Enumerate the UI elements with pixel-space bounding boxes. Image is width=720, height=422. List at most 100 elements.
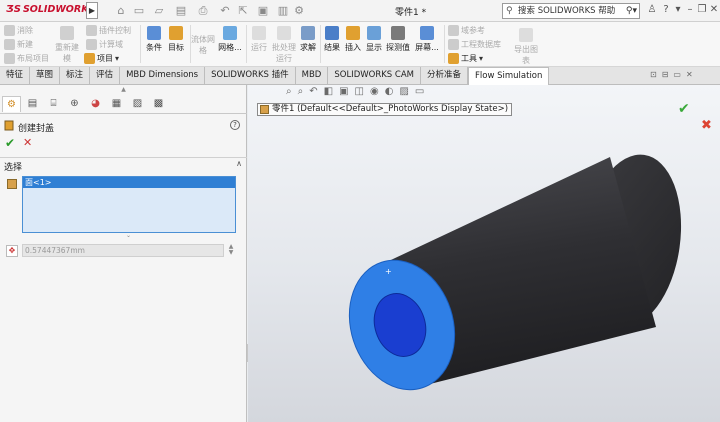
help-question-icon[interactable]: ?: [230, 120, 240, 130]
search-dropdown-icon[interactable]: ⚲▾: [626, 4, 637, 18]
faces-selection-box[interactable]: 面<1>: [22, 176, 236, 233]
search-icon: ⚲: [506, 6, 513, 16]
batch-run-icon: [277, 26, 291, 40]
ribbon-addin-control-button[interactable]: 插件控制: [86, 25, 131, 36]
selected-face-item[interactable]: 面<1>: [23, 177, 235, 188]
hide-show-icon[interactable]: ◉: [370, 86, 379, 97]
ribbon-layout-button[interactable]: 布局项目: [4, 53, 49, 64]
ribbon-batch-run-button[interactable]: 批处理运行: [270, 26, 298, 64]
ribbon-condition-button[interactable]: 条件: [144, 26, 164, 53]
tab-evaluate[interactable]: 评估: [90, 67, 121, 85]
viewport-cancel-icon[interactable]: ✖: [701, 118, 712, 133]
ribbon-domain-ref-button[interactable]: 域参考: [448, 25, 485, 36]
previous-view-icon[interactable]: ↶: [309, 86, 317, 97]
selection-box-resize-grip[interactable]: ⌄: [126, 232, 131, 239]
rebuild-icon[interactable]: ▣: [256, 4, 270, 18]
scene-icon[interactable]: ▨: [399, 86, 408, 97]
options-gear-icon[interactable]: ⚙: [292, 4, 306, 18]
user-icon[interactable]: ♙: [646, 4, 658, 15]
create-lid-icon: [4, 120, 14, 131]
cam-manager-icon[interactable]: ▦: [107, 96, 126, 112]
ribbon-goal-button[interactable]: 目标: [166, 26, 186, 53]
select-icon[interactable]: ⇱: [236, 4, 250, 18]
open-document-icon[interactable]: ▱: [152, 4, 166, 18]
tab-features[interactable]: 特征: [0, 67, 31, 85]
display-manager-icon[interactable]: ◕: [86, 96, 105, 112]
tree-root-label: 零件1 (Default<<Default>_PhotoWorks Displa…: [272, 104, 509, 114]
ribbon-clear-button[interactable]: 消除: [4, 25, 33, 36]
dimxpert-icon[interactable]: ⊕: [65, 96, 84, 112]
ribbon-domain-button[interactable]: 计算域: [86, 39, 123, 50]
ribbon-insert-button[interactable]: 插入: [343, 26, 363, 53]
appearance-icon[interactable]: ◐: [385, 86, 394, 97]
flyout-tree-root[interactable]: 零件1 (Default<<Default>_PhotoWorks Displa…: [257, 103, 513, 116]
save-icon[interactable]: ▤: [174, 4, 188, 18]
view-orientation-icon[interactable]: ▣: [339, 86, 348, 97]
ribbon-mesh-button[interactable]: 网格...: [216, 26, 244, 53]
graphics-viewport[interactable]: +: [248, 85, 720, 422]
ribbon-solve-button[interactable]: 求解: [298, 26, 318, 53]
ribbon-new-button[interactable]: 新建: [4, 39, 33, 50]
ribbon-display-button[interactable]: 显示: [364, 26, 384, 53]
minimize-icon[interactable]: –: [684, 4, 696, 15]
tab-mbd[interactable]: MBD: [296, 67, 329, 85]
layout-icon: [4, 53, 15, 64]
solidworks-logo[interactable]: ƷS SOLIDWORKS: [6, 4, 95, 15]
collapse-caret-icon[interactable]: ∧: [236, 159, 242, 168]
ribbon-screen-button[interactable]: 屏幕...: [413, 26, 441, 53]
close-icon[interactable]: ✕: [708, 4, 720, 15]
viewport-tile-icon[interactable]: ⊟: [662, 70, 669, 79]
section-label: 选择: [4, 163, 23, 173]
help-icon[interactable]: ?: [660, 4, 672, 15]
ribbon-run-button[interactable]: 运行: [250, 26, 268, 53]
more-tabs-icon[interactable]: ▩: [149, 96, 168, 112]
title-bar: ƷS SOLIDWORKS ▶ ⌂ ▭ ▱ ▤ ⎙ ↶ ⇱ ▣ ▥ ⚙ 零件1 …: [0, 0, 720, 22]
tab-analysis-prep[interactable]: 分析准备: [421, 67, 469, 85]
zoom-to-fit-icon[interactable]: ⌕: [286, 86, 292, 97]
ribbon-fluid-mesh-button[interactable]: 流体网格: [190, 34, 216, 56]
tab-flow-simulation[interactable]: Flow Simulation: [468, 67, 550, 85]
tab-solidworks-addins[interactable]: SOLIDWORKS 插件: [205, 67, 296, 85]
viewport-restore-icon[interactable]: ⊡: [650, 70, 657, 79]
viewport-close-icon[interactable]: ✕: [686, 70, 693, 79]
search-help-input[interactable]: ⚲ 搜索 SOLIDWORKS 帮助 ⚲▾: [502, 3, 640, 19]
zoom-area-icon[interactable]: ⌕: [298, 86, 304, 97]
undo-icon[interactable]: ↶: [218, 4, 232, 18]
cancel-x-button[interactable]: ✕: [23, 136, 32, 149]
thickness-spinner[interactable]: ▲ ▼: [226, 244, 236, 257]
thickness-input[interactable]: 0.57447367mm: [22, 244, 224, 257]
panel-grip[interactable]: ▲: [0, 85, 247, 95]
selection-section-header[interactable]: 选择 ∧: [0, 157, 247, 173]
restore-icon[interactable]: ❐: [696, 4, 708, 15]
panel-tab-strip: ⚙ ▤ ⌸ ⊕ ◕ ▦ ▨ ▩: [0, 96, 247, 114]
menu-expand-arrow[interactable]: ▶: [86, 2, 98, 19]
section-view-icon[interactable]: ◧: [324, 86, 333, 97]
tab-markup[interactable]: 标注: [60, 67, 91, 85]
ribbon-results-button[interactable]: 结果: [322, 26, 342, 53]
feature-manager-icon[interactable]: ⚙: [2, 96, 21, 112]
tab-mbd-dimensions[interactable]: MBD Dimensions: [120, 67, 206, 85]
flow-analysis-tree-icon[interactable]: ▨: [128, 96, 147, 112]
ribbon-rebuild-button[interactable]: 重新建模: [52, 26, 82, 64]
cylinder-model[interactable]: +: [248, 85, 720, 422]
tab-solidworks-cam[interactable]: SOLIDWORKS CAM: [328, 67, 421, 85]
home-icon[interactable]: ⌂: [114, 4, 128, 18]
configuration-manager-icon[interactable]: ⌸: [44, 96, 63, 112]
viewport-ok-icon[interactable]: ✔: [678, 101, 690, 117]
tab-sketch[interactable]: 草图: [30, 67, 61, 85]
print-icon[interactable]: ⎙: [196, 4, 210, 18]
display-style-icon[interactable]: ◫: [355, 86, 364, 97]
new-document-icon[interactable]: ▭: [132, 4, 146, 18]
ribbon-engineering-db-button[interactable]: 工程数据库: [448, 39, 501, 50]
ribbon-export-chart-button[interactable]: 导出图表: [512, 28, 540, 66]
help-dropdown-icon[interactable]: ▾: [672, 4, 684, 15]
ribbon-probe-button[interactable]: 探测值: [385, 26, 411, 53]
ok-check-button[interactable]: ✔: [5, 136, 15, 150]
property-manager-icon[interactable]: ▤: [23, 96, 42, 112]
file-properties-icon[interactable]: ▥: [276, 4, 290, 18]
ribbon-project-button[interactable]: 项目 ▾: [84, 53, 119, 64]
project-icon: [84, 53, 95, 64]
view-settings-icon[interactable]: ▭: [415, 86, 424, 97]
viewport-maximize-icon[interactable]: ▭: [673, 70, 681, 79]
ribbon-tools-button[interactable]: 工具 ▾: [448, 53, 483, 64]
